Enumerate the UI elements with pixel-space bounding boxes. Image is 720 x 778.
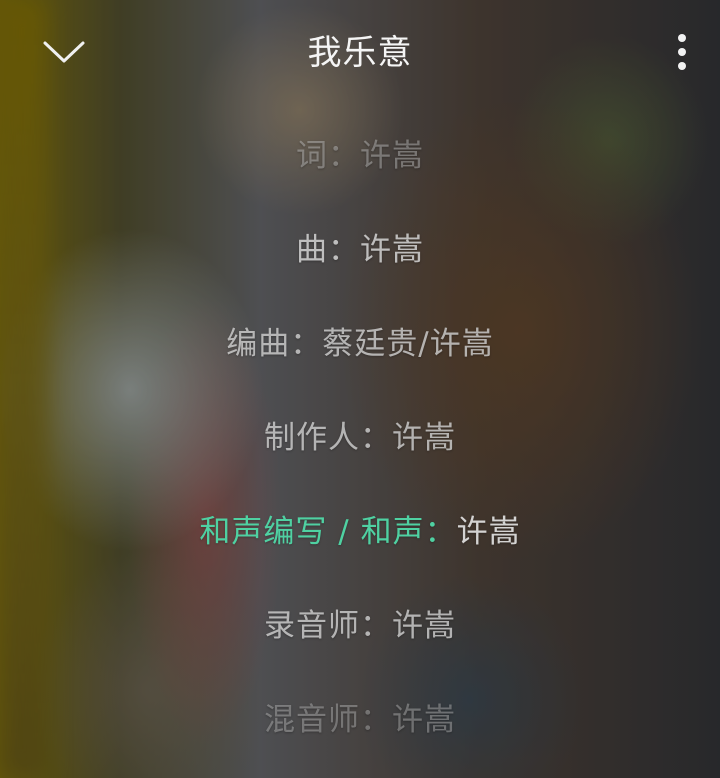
current-lyric-line: 和声编写 / 和声：许嵩 (40, 510, 680, 554)
lyric-line: 录音师：许嵩 (264, 608, 456, 644)
lyrics-screen: 我乐意 词：许嵩 曲：许嵩 编曲：蔡廷贵/许嵩 制作人：许嵩 和声编写 / 和声… (0, 0, 720, 778)
lyric-line: 曲：许嵩 (296, 232, 424, 268)
lyric-line: 混音师：许嵩 (264, 702, 456, 738)
current-lyric-remaining-part: 许嵩 (456, 514, 521, 550)
lyrics-view[interactable]: 词：许嵩 曲：许嵩 编曲：蔡廷贵/许嵩 制作人：许嵩 和声编写 / 和声：许嵩 … (0, 0, 720, 778)
current-lyric-sung-part: 和声编写 / 和声： (199, 514, 457, 550)
lyric-line: 制作人：许嵩 (264, 420, 456, 456)
lyric-line: 词：许嵩 (296, 138, 424, 174)
lyric-line: 编曲：蔡廷贵/许嵩 (226, 326, 494, 362)
